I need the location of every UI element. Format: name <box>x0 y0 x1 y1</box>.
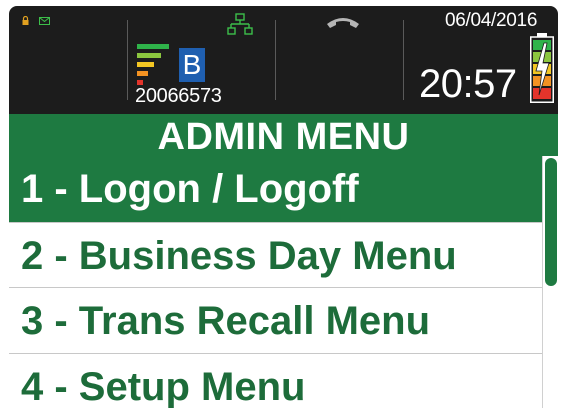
status-divider <box>403 20 404 100</box>
menu-item-business-day[interactable]: 2 - Business Day Menu <box>9 223 542 289</box>
time-display: 20:57 <box>419 62 517 106</box>
menu-item-label: 1 - Logon / Logoff <box>21 167 359 211</box>
terminal-screen: B 20066573 06/04/2016 20:57 ADMIN MENU 1… <box>9 6 558 408</box>
signal-icon <box>137 44 169 85</box>
date-display: 06/04/2016 <box>445 10 538 31</box>
menu-title: ADMIN MENU <box>9 114 558 158</box>
phone-icon <box>327 18 359 28</box>
menu-item-setup[interactable]: 4 - Setup Menu <box>9 354 542 408</box>
menu-item-label: 3 - Trans Recall Menu <box>21 299 431 343</box>
terminal-id: 20066573 <box>135 85 222 107</box>
menu-item-logon-logoff[interactable]: 1 - Logon / Logoff <box>9 156 542 222</box>
menu-item-label: 4 - Setup Menu <box>21 365 306 408</box>
lock-icon <box>22 16 29 25</box>
mail-icon <box>39 17 50 25</box>
menu-item-trans-recall[interactable]: 3 - Trans Recall Menu <box>9 288 542 354</box>
mode-badge: B <box>179 48 205 82</box>
menu-item-label: 2 - Business Day Menu <box>21 234 457 278</box>
status-bar: B 20066573 06/04/2016 20:57 <box>9 6 558 114</box>
status-divider <box>275 20 276 100</box>
network-icon <box>227 13 253 35</box>
battery-icon <box>530 33 554 103</box>
status-divider <box>127 20 128 100</box>
scrollbar-thumb[interactable] <box>545 158 557 286</box>
